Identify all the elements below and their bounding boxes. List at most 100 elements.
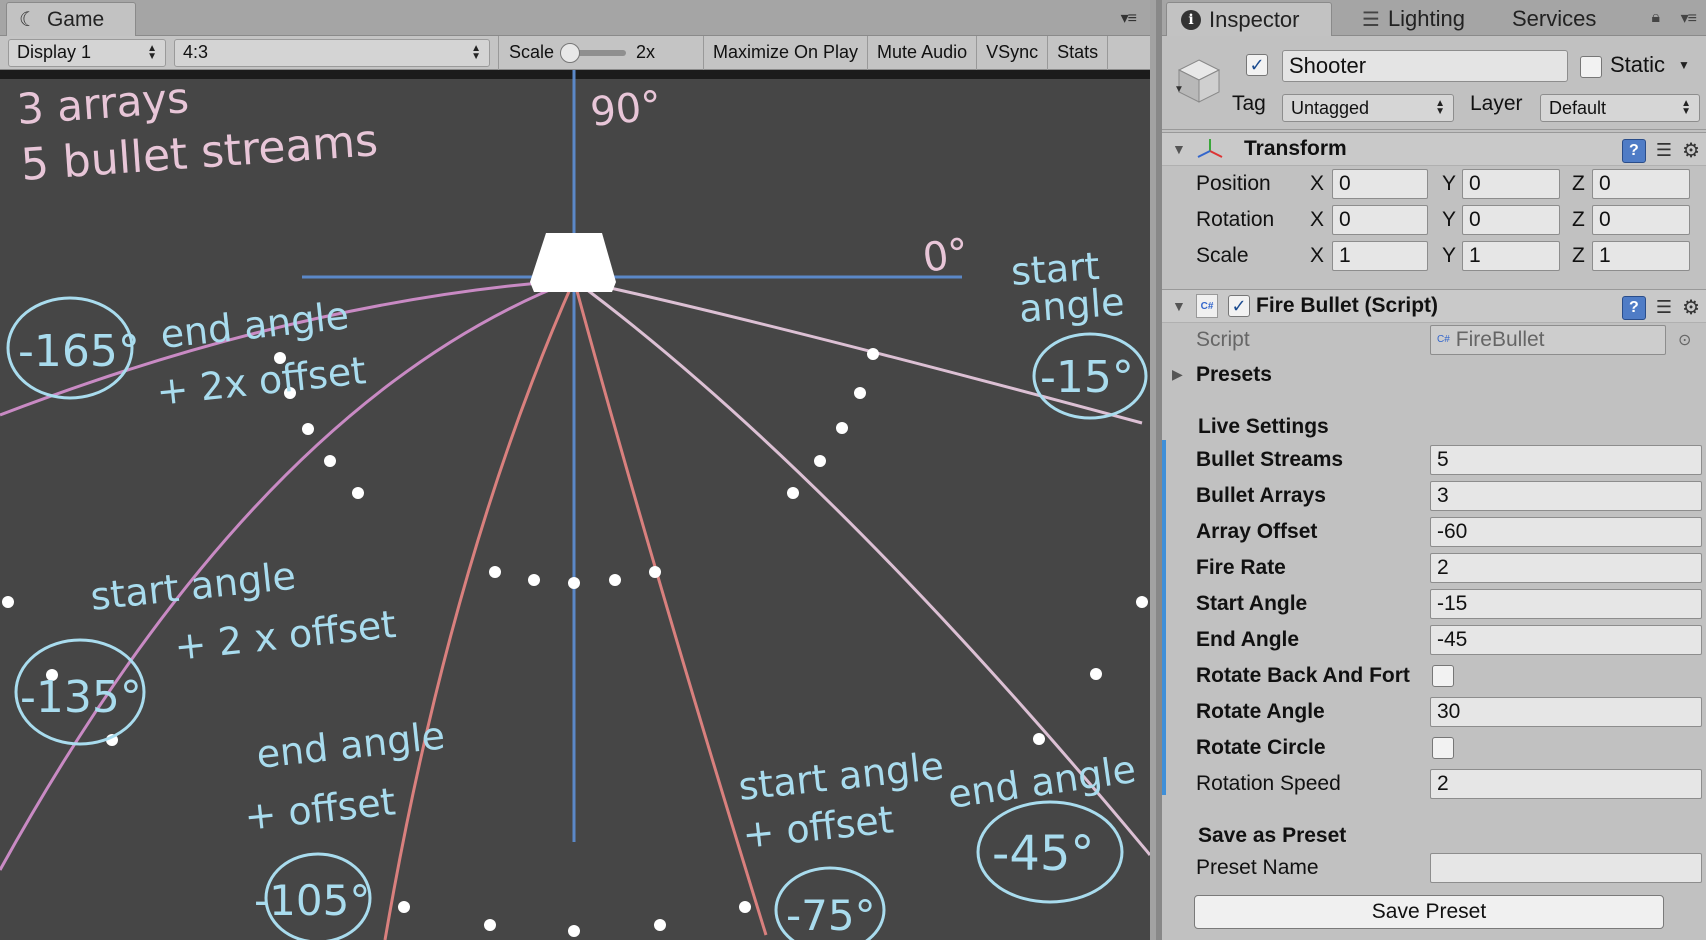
save-preset-button[interactable]: Save Preset — [1194, 895, 1664, 929]
rotation-x-field[interactable]: 0 — [1332, 204, 1428, 235]
scale-label: Scale — [1196, 243, 1249, 267]
fire-rate-field[interactable]: 2 — [1430, 552, 1702, 583]
tag-dropdown[interactable]: Untagged ▲ ▼ — [1282, 94, 1454, 122]
transform-header-icons: ? ☰ ⚙ — [1621, 138, 1700, 163]
dropdown-arrows-icon: ▲ ▼ — [1681, 98, 1691, 117]
scale-slider[interactable] — [560, 42, 627, 63]
end-angle-row: End Angle -45 — [1162, 623, 1706, 656]
preset-name-label: Preset Name — [1196, 855, 1319, 879]
fire-bullet-header-icons: ? ☰ ⚙ — [1621, 295, 1700, 320]
presets-label: Presets — [1196, 362, 1272, 386]
display-dropdown[interactable]: Display 1 ▲ ▼ — [8, 38, 166, 67]
transform-header[interactable]: ▼ Transform ? ☰ ⚙ — [1162, 132, 1706, 166]
foldout-closed-icon[interactable]: ▶ — [1172, 366, 1183, 383]
stats-button[interactable]: Stats — [1048, 35, 1109, 70]
axis-y-label: Y — [1442, 171, 1457, 195]
bullet-arrays-field[interactable]: 3 — [1430, 480, 1702, 511]
presets-sliders-icon[interactable]: ☰ — [1656, 140, 1672, 161]
position-z-field[interactable]: 0 — [1592, 168, 1690, 199]
fire-rate-row: Fire Rate 2 — [1162, 551, 1706, 584]
static-dropdown-arrow-icon[interactable]: ▼ — [1678, 58, 1690, 72]
tab-lighting[interactable]: ☰ Lighting — [1348, 2, 1479, 36]
inspector-menu-icon[interactable]: ▾≡ — [1681, 8, 1697, 28]
end-angle-field[interactable]: -45 — [1430, 624, 1702, 655]
lighting-icon: ☰ — [1362, 8, 1380, 31]
lock-icon[interactable]: 🔒︎ — [1651, 9, 1660, 27]
csharp-script-icon: C# — [1196, 294, 1218, 318]
mute-audio-button[interactable]: Mute Audio — [868, 35, 978, 70]
fire-bullet-header[interactable]: ▼ C# ✓ Fire Bullet (Script) ? ☰ ⚙ — [1162, 289, 1706, 323]
gear-icon[interactable]: ⚙ — [1682, 295, 1700, 320]
layer-dropdown[interactable]: Default ▲ ▼ — [1540, 94, 1700, 122]
bullet — [787, 487, 799, 499]
tab-lighting-label: Lighting — [1387, 6, 1466, 31]
rotation-label: Rotation — [1196, 207, 1275, 231]
scale-y-field[interactable]: 1 — [1462, 240, 1560, 271]
end-angle-value: -45° — [992, 826, 1094, 882]
annotation-labels: 3 arrays5 bullet streams90°0° startangle-… — [15, 73, 1138, 940]
bullet-streams-row: Bullet Streams 5 — [1162, 443, 1706, 476]
help-icon[interactable]: ? — [1621, 295, 1646, 320]
active-checkbox[interactable]: ✓ — [1246, 54, 1268, 76]
foldout-open-icon[interactable]: ▼ — [1172, 298, 1192, 314]
object-name-field[interactable]: Shooter — [1282, 50, 1568, 82]
aspect-dropdown[interactable]: 4:3 ▲ ▼ — [174, 38, 490, 67]
script-field[interactable]: C# FireBullet — [1430, 324, 1666, 355]
cube-dropdown-arrow-icon[interactable]: ▼ — [1174, 84, 1184, 95]
panel-menu-icon[interactable]: ▾≡ — [1121, 8, 1137, 28]
game-view[interactable]: 3 arrays 5 bullet streams 90° 0° start angle -… — [0, 70, 1150, 940]
scale-value: 2x — [636, 42, 656, 62]
tab-game[interactable]: ☾ Game — [6, 2, 136, 36]
rotation-y-field[interactable]: 0 — [1462, 204, 1560, 235]
position-y-field[interactable]: 0 — [1462, 168, 1560, 199]
rotation-speed-field[interactable]: 2 — [1430, 768, 1702, 799]
bullet — [2, 596, 14, 608]
tab-services[interactable]: Services — [1498, 2, 1610, 36]
bullet — [1136, 596, 1148, 608]
script-enabled-checkbox[interactable]: ✓ — [1228, 295, 1250, 317]
rotation-z-field[interactable]: 0 — [1592, 204, 1690, 235]
start-angle-field[interactable]: -15 — [1430, 588, 1702, 619]
save-preset-header: Save as Preset — [1162, 819, 1706, 852]
static-checkbox[interactable] — [1580, 56, 1602, 78]
rotate-angle-field[interactable]: 30 — [1430, 696, 1702, 727]
gear-icon[interactable]: ⚙ — [1682, 138, 1700, 163]
maximize-on-play-button[interactable]: Maximize On Play — [704, 35, 869, 70]
inspector-tab-bar: i Inspector ☰ Lighting Services 🔒︎ ▾≡ — [1162, 0, 1706, 36]
dropdown-arrows-icon: ▲ ▼ — [147, 42, 157, 62]
position-x-field[interactable]: 0 — [1332, 168, 1428, 199]
preset-name-field[interactable] — [1430, 852, 1702, 883]
scale-row: Scale X 1 Y 1 Z 1 — [1162, 239, 1706, 272]
bullet — [302, 423, 314, 435]
axis-y-label: Y — [1442, 243, 1457, 267]
tab-inspector[interactable]: i Inspector — [1166, 2, 1332, 36]
bullet-arrays-row: Bullet Arrays 3 — [1162, 479, 1706, 512]
presets-row[interactable]: ▶ Presets — [1162, 358, 1706, 391]
array-offset-label: Array Offset — [1196, 519, 1318, 543]
scale-control: Scale 2x — [499, 35, 704, 70]
bullet-streams-field[interactable]: 5 — [1430, 444, 1702, 475]
bullet — [739, 901, 751, 913]
layer-label: Layer — [1470, 92, 1523, 115]
scale-z-field[interactable]: 1 — [1592, 240, 1690, 271]
bullet — [568, 577, 580, 589]
foldout-open-icon[interactable]: ▼ — [1172, 141, 1192, 157]
end-angle-2x-text-1: end angle — [158, 293, 351, 357]
array-offset-field[interactable]: -60 — [1430, 516, 1702, 547]
live-settings-label: Live Settings — [1198, 414, 1329, 438]
preset-name-row: Preset Name — [1162, 851, 1706, 884]
vsync-button[interactable]: VSync — [977, 35, 1049, 70]
start-angle-2x-text-2: + 2 x offset — [172, 602, 398, 669]
bullet — [649, 566, 661, 578]
bullet-arrays-label: Bullet Arrays — [1196, 483, 1326, 507]
tag-dropdown-value: Untagged — [1291, 97, 1370, 118]
rotate-circle-checkbox[interactable] — [1432, 736, 1454, 759]
tab-inspector-label: Inspector — [1209, 6, 1300, 32]
scale-slider-knob[interactable] — [560, 42, 581, 63]
object-picker-icon[interactable]: ⊙ — [1678, 330, 1691, 350]
presets-sliders-icon[interactable]: ☰ — [1656, 297, 1672, 318]
rotate-back-checkbox[interactable] — [1432, 664, 1454, 687]
scale-x-field[interactable]: 1 — [1332, 240, 1428, 271]
bullet — [489, 566, 501, 578]
help-icon[interactable]: ? — [1621, 138, 1646, 163]
